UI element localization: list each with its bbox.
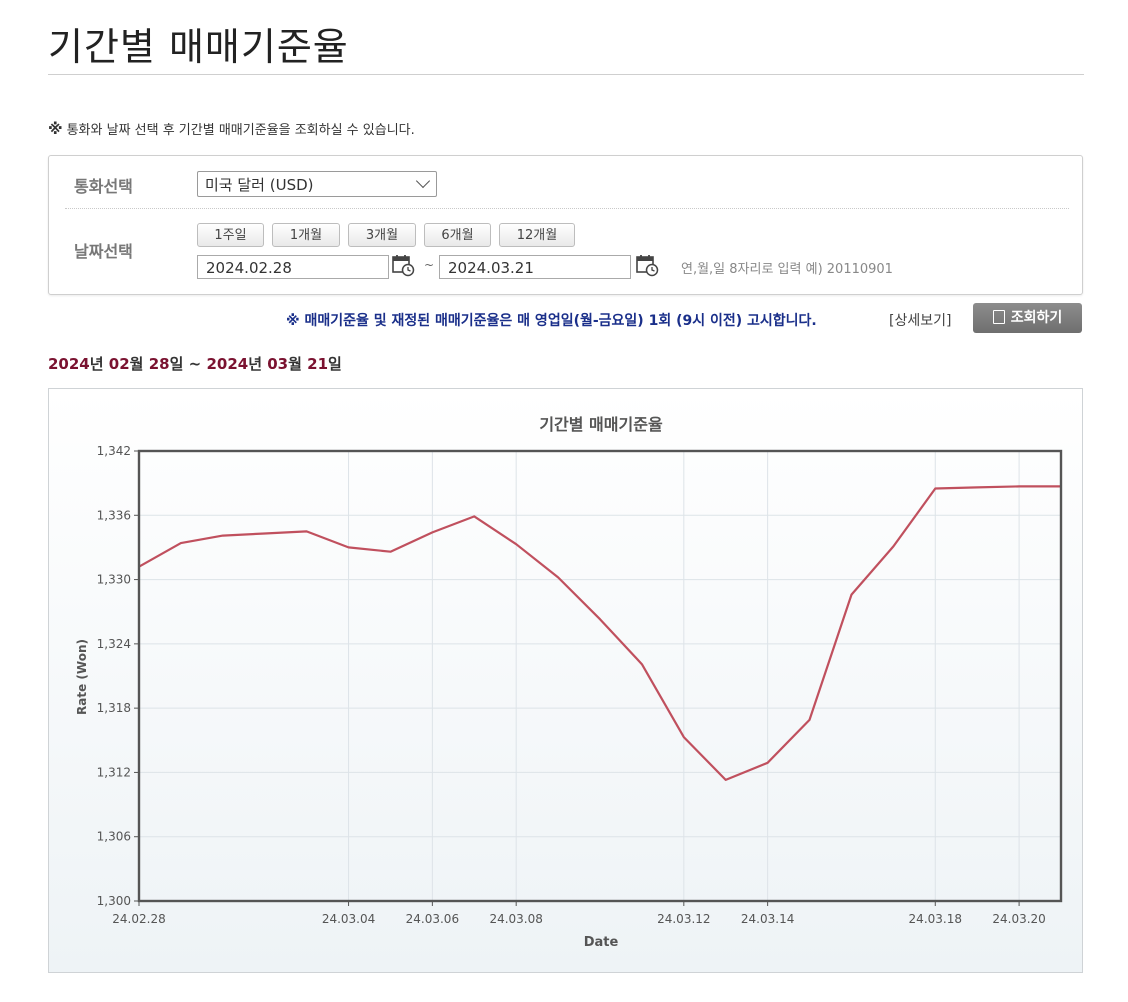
- period-button-12month[interactable]: 12개월: [499, 223, 575, 247]
- page-title: 기간별 매매기준율: [48, 25, 349, 69]
- y-tick-label: 1,312: [97, 765, 131, 779]
- period-button-1month[interactable]: 1개월: [272, 223, 340, 247]
- rate-series-line: [138, 485, 1061, 781]
- search-panel: 통화선택 미국 달러 (USD) 날짜선택 1주일 1개월 3개월 6개월 12…: [48, 155, 1083, 295]
- chevron-down-icon: [415, 173, 431, 189]
- x-tick-label: 24.03.12: [657, 912, 710, 926]
- x-axis-ticks: 24.02.28 24.03.04 24.03.06 24.03.08 24.03.12…: [112, 901, 1046, 926]
- y-tick-label: 1,306: [97, 830, 131, 844]
- query-button[interactable]: 조회하기: [973, 303, 1082, 333]
- chart-grid: [138, 450, 1061, 902]
- notice-text: 통화와 날짜 선택 후 기간별 매매기준율을 조회하실 수 있습니다.: [66, 123, 415, 138]
- currency-select[interactable]: 미국 달러 (USD): [197, 171, 437, 197]
- notice: ※ 통화와 날짜 선택 후 기간별 매매기준율을 조회하실 수 있습니다.: [48, 119, 415, 138]
- date-range-summary: 2024년 02월 28일 ~ 2024년 03월 21일: [48, 353, 342, 374]
- x-tick-label: 24.03.08: [489, 912, 542, 926]
- start-date-input[interactable]: 2024.02.28: [197, 255, 389, 279]
- y-tick-label: 1,318: [97, 701, 131, 715]
- date-separator: ~: [424, 258, 435, 272]
- range-end-month: 03: [267, 355, 289, 373]
- notice-mark: ※: [48, 120, 63, 138]
- range-day-unit: 일: [169, 355, 184, 373]
- end-date-input[interactable]: 2024.03.21: [439, 255, 631, 279]
- calendar-icon[interactable]: [635, 253, 659, 277]
- y-tick-label: 1,324: [97, 637, 131, 651]
- period-button-1week[interactable]: 1주일: [197, 223, 264, 247]
- date-format-hint: 연,월,일 8자리로 입력 예) 20110901: [681, 262, 893, 277]
- y-tick-label: 1,300: [97, 894, 131, 908]
- announcement-text: ※ 매매기준율 및 재정된 매매기준율은 매 영업일(월-금요일) 1회 (9시…: [286, 313, 817, 329]
- calendar-icon[interactable]: [391, 253, 415, 277]
- range-start-day: 28: [148, 355, 170, 373]
- detail-link[interactable]: [상세보기]: [889, 310, 951, 330]
- range-month-unit: 월: [288, 355, 302, 373]
- range-end-year: 2024: [206, 355, 249, 373]
- date-label: 날짜선택: [74, 242, 133, 261]
- x-tick-label: 24.02.28: [112, 912, 165, 926]
- rate-chart: 기간별 매매기준율 1,300 1,306 1,312 1,318 1,324 1,330…: [75, 415, 1063, 950]
- x-tick-label: 24.03.04: [322, 912, 375, 926]
- range-start-year: 2024: [48, 355, 90, 373]
- y-tick-label: 1,330: [97, 573, 131, 587]
- chart-panel: 기간별 매매기준율 1,300 1,306 1,312 1,318 1,324 1,330…: [48, 388, 1083, 973]
- range-day-unit: 일: [328, 355, 342, 373]
- range-month-unit: 월: [129, 355, 144, 373]
- currency-select-value: 미국 달러 (USD): [205, 176, 314, 194]
- x-tick-label: 24.03.14: [741, 912, 794, 926]
- currency-label: 통화선택: [74, 177, 133, 196]
- title-divider: [48, 74, 1084, 75]
- y-tick-label: 1,336: [97, 508, 131, 522]
- row-divider: [65, 208, 1069, 209]
- query-button-label: 조회하기: [1010, 310, 1063, 326]
- period-button-3month[interactable]: 3개월: [348, 223, 416, 247]
- range-separator: ~: [188, 355, 202, 373]
- range-year-unit: 년: [89, 355, 104, 373]
- x-tick-label: 24.03.20: [992, 912, 1045, 926]
- document-icon: [992, 310, 1005, 324]
- range-year-unit: 년: [248, 355, 263, 373]
- chart-title: 기간별 매매기준율: [539, 415, 663, 434]
- y-tick-label: 1,342: [97, 444, 131, 458]
- x-axis-label: Date: [584, 935, 619, 950]
- period-button-6month[interactable]: 6개월: [424, 223, 491, 247]
- plot-frame: [137, 449, 1063, 903]
- x-tick-label: 24.03.06: [406, 912, 459, 926]
- y-axis-ticks: 1,300 1,306 1,312 1,318 1,324 1,330 1,336 1,342: [97, 444, 139, 908]
- range-end-day: 21: [307, 355, 329, 373]
- y-axis-label: Rate (Won): [75, 639, 89, 715]
- x-tick-label: 24.03.18: [909, 912, 962, 926]
- range-start-month: 02: [108, 355, 130, 373]
